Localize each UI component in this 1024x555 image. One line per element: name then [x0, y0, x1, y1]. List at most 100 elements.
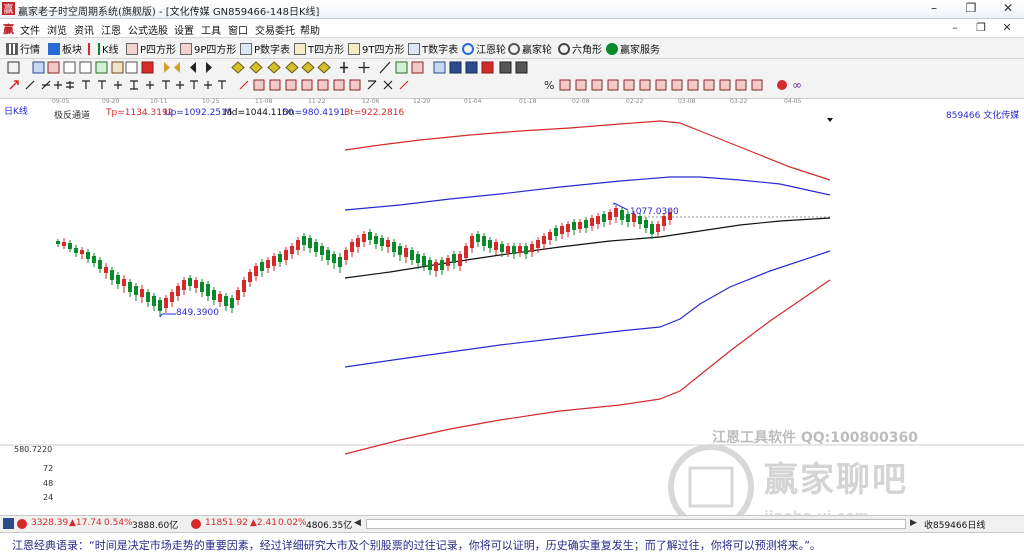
tool-icon[interactable]: [671, 79, 683, 91]
func-blocks[interactable]: 板块: [48, 41, 82, 56]
restore-button[interactable]: ❐: [957, 0, 985, 18]
tool-icon[interactable]: [465, 61, 478, 74]
chart-icon[interactable]: [47, 61, 60, 74]
line-icon[interactable]: [25, 80, 35, 90]
menu-gann[interactable]: 江恩: [101, 22, 121, 37]
line-icon[interactable]: [54, 81, 62, 89]
hand-icon[interactable]: [340, 62, 348, 73]
chart-icon[interactable]: [111, 61, 124, 74]
mdi-minimize-button[interactable]: –: [944, 20, 966, 36]
line-icon[interactable]: [379, 61, 391, 74]
func-kline[interactable]: K线: [88, 41, 119, 56]
func-9t-square[interactable]: 9T四方形: [348, 41, 404, 56]
func-hexagon[interactable]: 六角形: [558, 41, 602, 56]
chart-icon[interactable]: [79, 61, 92, 74]
func-t-table[interactable]: T数字表: [408, 41, 458, 56]
menu-info[interactable]: 资讯: [74, 22, 94, 37]
minimize-button[interactable]: –: [920, 0, 948, 18]
tool-icon[interactable]: [687, 79, 699, 91]
calendar-icon[interactable]: [433, 61, 446, 74]
menu-formula[interactable]: 公式选股: [128, 22, 168, 37]
tool-icon[interactable]: [623, 79, 635, 91]
line-icon[interactable]: [146, 81, 154, 89]
diamond-icon[interactable]: [231, 61, 245, 74]
func-9p-square[interactable]: 9P四方形: [180, 41, 236, 56]
line-icon[interactable]: [176, 81, 184, 89]
dropdown-arrow-icon[interactable]: [827, 118, 833, 122]
line-icon[interactable]: [367, 80, 377, 90]
chart-icon[interactable]: [125, 61, 138, 74]
tool-icon[interactable]: [751, 79, 763, 91]
diamond-icon[interactable]: [267, 61, 281, 74]
chart-icon[interactable]: [32, 61, 45, 74]
tool-icon[interactable]: [575, 79, 587, 91]
mdi-restore-button[interactable]: ❐: [970, 20, 992, 36]
line-icon[interactable]: [130, 80, 138, 90]
percent-icon[interactable]: %: [544, 79, 554, 92]
line-icon[interactable]: [399, 80, 409, 90]
func-quotes[interactable]: 行情: [6, 41, 40, 56]
menu-tools[interactable]: 工具: [201, 22, 221, 37]
tool-icon[interactable]: [591, 79, 603, 91]
line-icon[interactable]: [204, 81, 212, 89]
line-icon[interactable]: [98, 80, 106, 89]
tool-icon[interactable]: [285, 79, 297, 91]
tool-icon[interactable]: [499, 61, 512, 74]
tool-icon[interactable]: [317, 79, 329, 91]
chart-icon[interactable]: [95, 61, 108, 74]
line-icon[interactable]: [162, 80, 170, 89]
tool-icon[interactable]: [559, 79, 571, 91]
scroll-left-icon[interactable]: ◀: [354, 518, 361, 528]
scroll-right-icon[interactable]: ▶: [910, 518, 917, 528]
diamond-icon[interactable]: [249, 61, 263, 74]
tool-icon[interactable]: [349, 79, 361, 91]
func-gann-wheel[interactable]: 江恩轮: [462, 41, 506, 56]
func-p-square[interactable]: P四方形: [126, 41, 176, 56]
menu-window[interactable]: 窗口: [228, 22, 248, 37]
infinity-icon[interactable]: ∞: [792, 78, 802, 92]
close-button[interactable]: ✕: [994, 0, 1022, 18]
prev-icon[interactable]: [174, 62, 180, 73]
color-icon[interactable]: [777, 80, 787, 90]
tool-icon[interactable]: [719, 79, 731, 91]
tool-icon[interactable]: [515, 61, 528, 74]
line-icon[interactable]: [41, 80, 51, 90]
tool-icon[interactable]: [735, 79, 747, 91]
line-icon[interactable]: [218, 80, 226, 89]
sh-index-icon[interactable]: [3, 518, 14, 529]
diamond-icon[interactable]: [317, 61, 331, 74]
first-icon[interactable]: [164, 62, 170, 73]
menu-trade[interactable]: 交易委托: [255, 22, 295, 37]
tool-icon[interactable]: [481, 61, 494, 74]
diamond-icon[interactable]: [285, 61, 299, 74]
func-winner-wheel[interactable]: 赢家轮: [508, 41, 552, 56]
line-icon[interactable]: [66, 81, 74, 89]
line-icon[interactable]: [190, 80, 198, 89]
chart-icon[interactable]: [63, 61, 76, 74]
line-icon[interactable]: [114, 81, 122, 89]
tool-icon[interactable]: [253, 79, 265, 91]
tool-icon[interactable]: [269, 79, 281, 91]
tool-icon[interactable]: [449, 61, 462, 74]
menu-help[interactable]: 帮助: [300, 22, 320, 37]
func-p-table[interactable]: P数字表: [240, 41, 290, 56]
func-t-square[interactable]: T四方形: [294, 41, 344, 56]
menu-browse[interactable]: 浏览: [47, 22, 67, 37]
func-service[interactable]: 赢家服务: [606, 41, 660, 56]
mdi-close-button[interactable]: ✕: [996, 20, 1018, 36]
tool-icon[interactable]: [639, 79, 651, 91]
tool-icon[interactable]: [301, 79, 313, 91]
pencil-icon[interactable]: [9, 80, 19, 90]
tool-icon[interactable]: [607, 79, 619, 91]
tool-icon[interactable]: [655, 79, 667, 91]
right-icon[interactable]: [206, 62, 212, 73]
tool-icon[interactable]: [703, 79, 715, 91]
flag-icon[interactable]: [141, 61, 154, 74]
tool-icon[interactable]: [395, 61, 408, 74]
menu-file[interactable]: 文件: [20, 22, 40, 37]
tool-icon[interactable]: [411, 61, 424, 74]
menu-list-icon[interactable]: [7, 61, 20, 74]
cross-icon[interactable]: [358, 62, 370, 73]
diamond-icon[interactable]: [301, 61, 315, 74]
horizontal-scrollbar[interactable]: [366, 519, 906, 529]
